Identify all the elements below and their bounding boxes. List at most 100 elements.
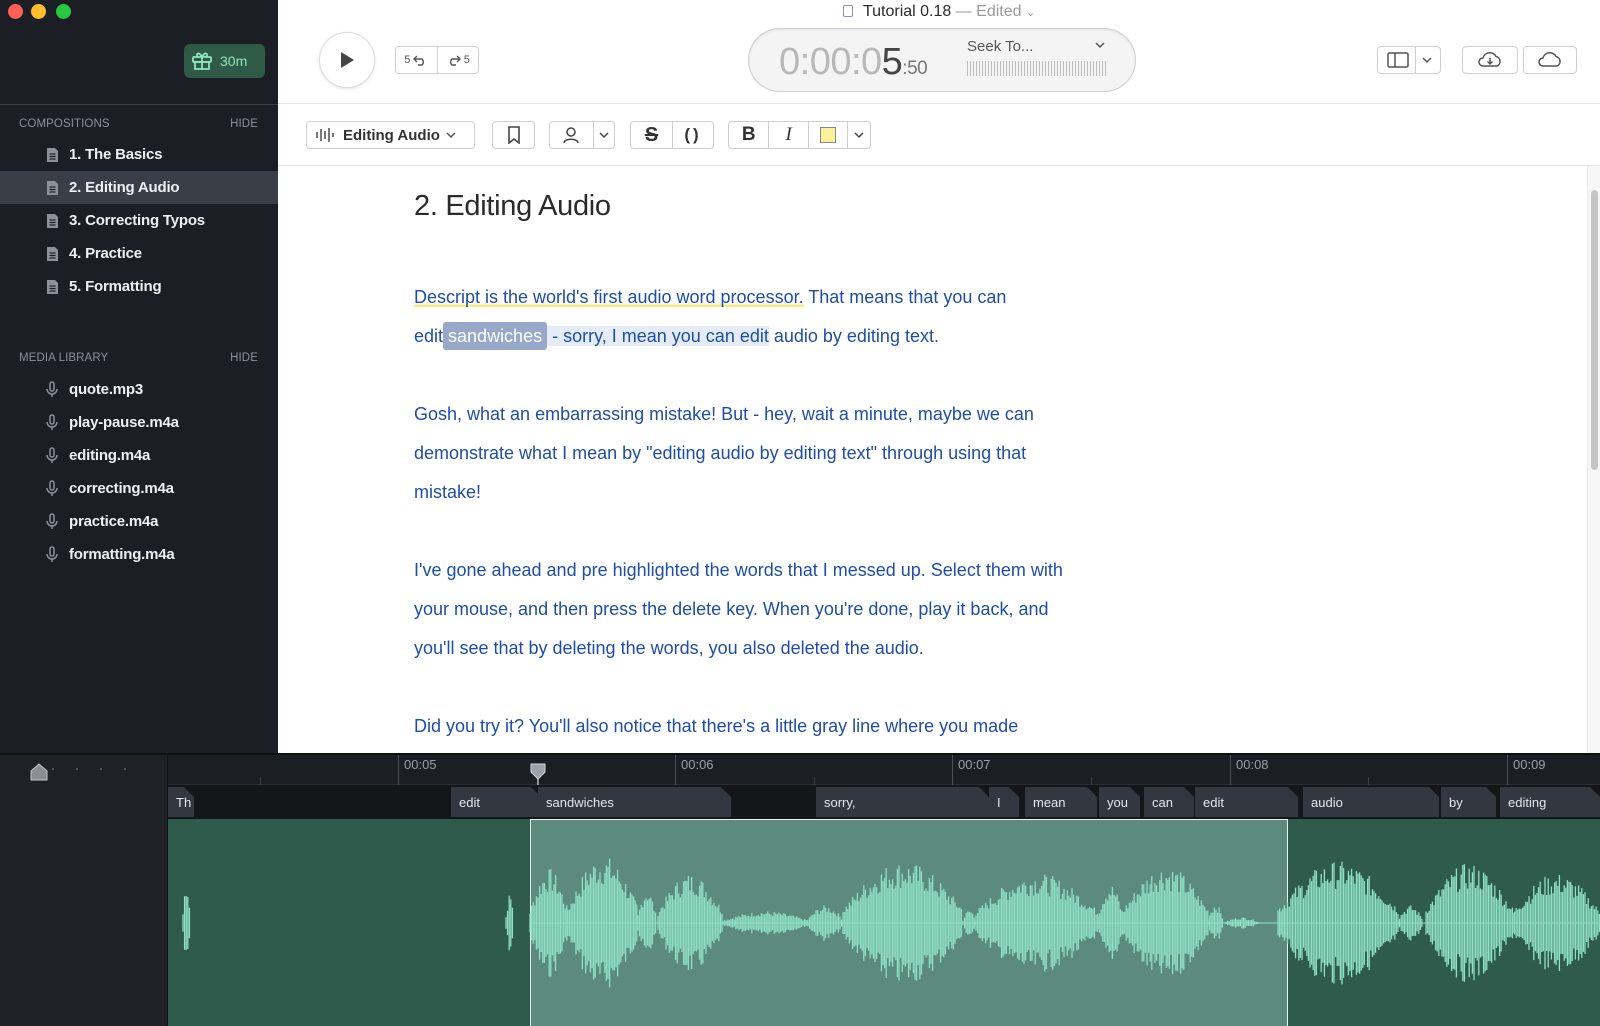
highlighted-text[interactable]: Descript is the world's first audio word…: [414, 287, 804, 307]
compositions-header: COMPOSITIONS: [19, 118, 110, 130]
compositions-hide-button[interactable]: HIDE: [230, 118, 258, 130]
timeline-word[interactable]: Th: [168, 787, 194, 817]
timeline-word[interactable]: edit: [1195, 787, 1298, 817]
highlight-color-swatch: [820, 127, 837, 143]
microphone-icon: [44, 480, 60, 498]
zoom-slider-thumb[interactable]: [30, 763, 48, 781]
media-library-header: MEDIA LIBRARY: [19, 352, 109, 364]
sidebar-item-label: 3. Correcting Typos: [69, 212, 205, 229]
sidebar-media-item[interactable]: editing.m4a: [0, 439, 278, 472]
timeline-word[interactable]: audio: [1303, 787, 1439, 817]
cloud-sync-button[interactable]: [1523, 46, 1577, 74]
speaker-button[interactable]: [550, 122, 593, 148]
sidebar-composition-item[interactable]: 4. Practice: [0, 237, 278, 270]
skip-forward-button[interactable]: 5: [436, 47, 479, 73]
editor-scrollbar[interactable]: [1587, 166, 1600, 753]
sidebar-composition-item[interactable]: 5. Formatting: [0, 270, 278, 303]
microphone-icon: [44, 447, 60, 465]
ruler-time-label: 00:06: [681, 757, 714, 772]
seek-bar[interactable]: [967, 61, 1107, 76]
paragraph-3[interactable]: I've gone ahead and pre highlighted the …: [414, 551, 1074, 668]
document-body[interactable]: Descript is the world's first audio word…: [414, 278, 1074, 753]
timecode-frames: :50: [902, 58, 928, 79]
waveform-icon: [316, 128, 334, 142]
paragraph-text[interactable]: audio by editing text.: [769, 326, 939, 346]
parentheses-icon: (): [684, 125, 702, 144]
bold-button[interactable]: B: [729, 122, 768, 148]
ruler-minor-tick: [814, 777, 815, 785]
timeline-word[interactable]: can: [1144, 787, 1194, 817]
highlight-dropdown[interactable]: [847, 122, 870, 148]
chevron-down-icon: [1095, 42, 1105, 49]
minimize-window-button[interactable]: [31, 4, 46, 19]
paragraph-4[interactable]: Did you try it? You'll also notice that …: [414, 707, 1074, 746]
document-editor[interactable]: 2. Editing Audio Descript is the world's…: [278, 166, 1600, 753]
time-ruler[interactable]: 00:05 00:06 00:07 00:08 00:09: [168, 755, 1600, 785]
selected-text[interactable]: - sorry, I mean you can edit: [547, 326, 769, 346]
maximize-window-button[interactable]: [56, 4, 71, 19]
skip-forward-label: 5: [463, 54, 470, 66]
sidebar-item-label: play-pause.m4a: [69, 414, 179, 431]
skip-back-label: 5: [404, 54, 411, 66]
selected-range[interactable]: sandwiches - sorry, I mean you can edit: [443, 322, 769, 350]
media-library-hide-button[interactable]: HIDE: [230, 352, 258, 364]
timeline-word[interactable]: mean: [1025, 787, 1097, 817]
selected-word[interactable]: sandwiches: [443, 322, 548, 350]
play-button[interactable]: [319, 32, 375, 88]
document-icon: [44, 278, 60, 296]
media-library-section: MEDIA LIBRARY HIDE quote.mp3 play-pause.m…: [0, 348, 278, 571]
waveform-bars: [182, 858, 1600, 988]
sidebar-media-item[interactable]: practice.m4a: [0, 505, 278, 538]
paragraph-text[interactable]: edit: [414, 326, 443, 346]
strikethrough-button[interactable]: S: [631, 122, 672, 148]
export-button[interactable]: [1462, 46, 1518, 74]
timeline-word[interactable]: I: [989, 787, 1019, 817]
microphone-icon: [44, 546, 60, 564]
sidebar-item-label: editing.m4a: [69, 447, 151, 464]
parentheses-button[interactable]: (): [671, 122, 713, 148]
edited-status[interactable]: — Edited: [956, 3, 1022, 20]
sidebar-item-label: 1. The Basics: [69, 146, 163, 163]
composition-dropdown[interactable]: Editing Audio: [306, 121, 475, 149]
paragraph-2[interactable]: Gosh, what an embarrassing mistake! But …: [414, 395, 1074, 512]
timeline-word[interactable]: editing: [1500, 787, 1600, 817]
zoom-slider-track[interactable]: [52, 768, 142, 770]
gift-button[interactable]: 30m: [184, 44, 265, 78]
sidebar-media-item[interactable]: play-pause.m4a: [0, 406, 278, 439]
microphone-icon: [44, 414, 60, 432]
paragraph-1[interactable]: Descript is the world's first audio word…: [414, 278, 1074, 356]
speaker-group: [549, 121, 615, 149]
bookmark-button[interactable]: [492, 121, 535, 149]
sidebar-composition-item[interactable]: 3. Correcting Typos: [0, 204, 278, 237]
sidebar-media-item[interactable]: quote.mp3: [0, 373, 278, 406]
highlight-button[interactable]: [807, 122, 847, 148]
layout-toggle-button[interactable]: [1377, 46, 1441, 74]
sidebar-composition-item[interactable]: 1. The Basics: [0, 138, 278, 171]
timeline-word[interactable]: edit: [451, 787, 541, 817]
sidebar-media-item[interactable]: correcting.m4a: [0, 472, 278, 505]
ruler-minor-tick: [260, 777, 261, 785]
scrollbar-thumb[interactable]: [1591, 190, 1598, 470]
chevron-down-icon: [1421, 57, 1432, 64]
close-window-button[interactable]: [8, 4, 23, 19]
seek-to-label: Seek To...: [967, 38, 1034, 55]
document-icon: [44, 179, 60, 197]
timeline-word[interactable]: sandwiches: [538, 787, 731, 817]
seek-to-dropdown[interactable]: Seek To...: [967, 38, 1111, 78]
sidebar-item-label: correcting.m4a: [69, 480, 174, 497]
sidebar-media-item[interactable]: formatting.m4a: [0, 538, 278, 571]
audio-waveform-track[interactable]: [168, 819, 1600, 1026]
paragraph-text[interactable]: That means that you can: [804, 287, 1006, 307]
skip-back-button[interactable]: 5: [396, 47, 437, 73]
speaker-dropdown[interactable]: [592, 122, 614, 148]
document-title[interactable]: 2. Editing Audio: [414, 190, 611, 223]
sidebar-composition-item[interactable]: 2. Editing Audio: [0, 171, 278, 204]
italic-button[interactable]: I: [768, 122, 807, 148]
timeline-word[interactable]: sorry,: [816, 787, 989, 817]
chevron-down-icon[interactable]: ⌄: [1026, 7, 1035, 19]
playhead[interactable]: [530, 763, 546, 785]
timecode-seconds: 5: [881, 41, 903, 83]
timeline-word[interactable]: by: [1441, 787, 1496, 817]
sidebar-item-label: practice.m4a: [69, 513, 159, 530]
timeline-word[interactable]: you: [1099, 787, 1140, 817]
